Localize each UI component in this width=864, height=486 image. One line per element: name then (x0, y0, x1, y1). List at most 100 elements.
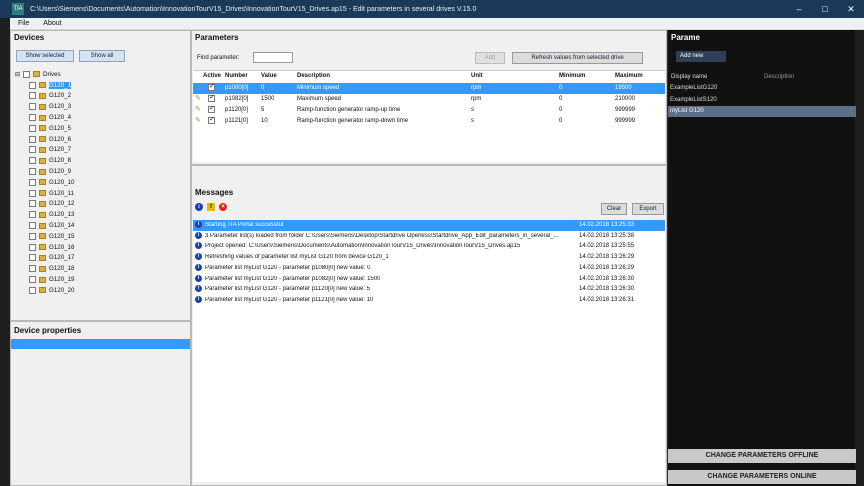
refresh-values-button[interactable]: Refresh values from selected drive (512, 52, 643, 64)
checkbox[interactable] (29, 168, 36, 176)
tree-item[interactable]: G120_18 (29, 263, 74, 274)
device-icon (39, 136, 46, 143)
tree-item[interactable]: G120_20 (29, 285, 74, 296)
device-icon (39, 179, 46, 186)
tree-item[interactable]: G120_19 (29, 274, 74, 285)
checkbox[interactable] (29, 189, 36, 197)
cell-minimum: 0 (559, 96, 563, 102)
change-parameters-offline-button[interactable]: CHANGE PARAMETERS OFFLINE (668, 449, 856, 463)
show-all-button[interactable]: Show all (79, 50, 125, 62)
tree-root[interactable]: ⊟ Drives (15, 69, 61, 80)
message-row[interactable]: i3 Parameter list(s) loaded from folder … (193, 231, 665, 242)
tree-item[interactable]: G120_13 (29, 209, 74, 220)
checkbox[interactable] (29, 114, 36, 122)
warning-filter-icon[interactable]: ! (207, 203, 215, 211)
checkbox[interactable] (29, 135, 36, 143)
tree-item[interactable]: G120_16 (29, 242, 74, 253)
find-parameter-input[interactable] (253, 52, 293, 63)
parameter-row[interactable]: ✎ p1120[0] 5 Ramp-function generator ramp-u… (193, 104, 665, 116)
tree-item[interactable]: G120_11 (29, 188, 74, 199)
menu-about[interactable]: About (43, 20, 61, 27)
checkbox[interactable] (29, 103, 36, 111)
tree-item[interactable]: G120_2 (29, 91, 71, 102)
message-row[interactable]: i Parameter list myList G120 - parameter … (193, 274, 665, 285)
tree-item[interactable]: G120_5 (29, 123, 71, 134)
tree-item[interactable]: G120_9 (29, 166, 71, 177)
clear-button[interactable]: Clear (601, 203, 627, 215)
tree-item[interactable]: G120_8 (29, 155, 71, 166)
checkbox[interactable] (29, 211, 36, 219)
parameter-row[interactable]: ✎ p1121[0] 10 Ramp-function generator ramp-… (193, 115, 665, 127)
message-text: Parameter list myList G120 - parameter p… (205, 275, 381, 282)
tree-item-label: G120_13 (49, 211, 75, 219)
message-row[interactable]: i Refreshing values of parameter list myL… (193, 252, 665, 263)
message-time: 14.02.2018 13:26:29 (579, 264, 635, 271)
active-checkbox[interactable] (208, 93, 215, 102)
message-row[interactable]: i Starting TIA Portal successful 14.02.201… (193, 220, 665, 231)
checkbox[interactable] (29, 222, 36, 230)
parameter-list-item[interactable]: myList G120 (668, 106, 856, 117)
maximize-icon[interactable]: □ (812, 0, 838, 18)
message-row[interactable]: i Project opened: C:\Users\Siemens\Docume… (193, 241, 665, 252)
collapse-icon[interactable]: ⊟ (15, 71, 23, 78)
close-icon[interactable]: ✕ (838, 0, 864, 18)
checkbox[interactable] (29, 286, 36, 294)
parameter-list-item[interactable]: ExampleListS120 (668, 95, 856, 106)
change-parameters-online-button[interactable]: CHANGE PARAMETERS ONLINE (668, 470, 856, 484)
checkbox[interactable] (29, 81, 36, 89)
export-button[interactable]: Export (632, 203, 664, 215)
message-time: 14.02.2018 13:25:38 (579, 232, 635, 239)
tree-item[interactable]: G120_6 (29, 134, 71, 145)
tree-item[interactable]: G120_14 (29, 220, 74, 231)
tree-item[interactable]: G120_15 (29, 231, 74, 242)
error-filter-icon[interactable]: × (219, 203, 227, 211)
message-row[interactable]: i Parameter list myList G120 - parameter … (193, 263, 665, 274)
properties-selected-row[interactable] (11, 339, 190, 349)
tree-item-label: G120_1 (49, 81, 72, 89)
checkbox[interactable] (29, 243, 36, 251)
menu-file[interactable]: File (18, 20, 29, 27)
parameter-list-item[interactable]: ExampleListG120 (668, 83, 856, 94)
tree-item[interactable]: G120_1 (29, 80, 72, 91)
message-row[interactable]: i Parameter list myList G120 - parameter … (193, 284, 665, 295)
parameter-lists-header: Parame (671, 33, 700, 42)
tree-item-label: G120_3 (49, 103, 72, 111)
message-text: 3 Parameter list(s) loaded from folder C… (205, 232, 559, 239)
tree-item[interactable]: G120_12 (29, 199, 74, 210)
checkbox[interactable] (29, 276, 36, 284)
device-icon (39, 233, 46, 240)
tree-item[interactable]: G120_17 (29, 253, 74, 264)
add-button[interactable]: Add (475, 52, 505, 64)
message-row[interactable]: i Parameter list myList G120 - parameter … (193, 295, 665, 306)
cell-maximum: 19500 (615, 85, 632, 91)
checkbox[interactable] (29, 178, 36, 186)
checkbox[interactable] (23, 70, 30, 78)
tree-item[interactable]: G120_10 (29, 177, 74, 188)
checkbox[interactable] (29, 124, 36, 132)
checkbox[interactable] (29, 92, 36, 100)
parameter-row[interactable]: ✎ p1082[0] 1500 Maximum speed rpm 0 210000 (193, 93, 665, 105)
device-icon (39, 211, 46, 218)
col-value: Value (261, 73, 277, 79)
active-checkbox[interactable] (208, 82, 215, 91)
info-filter-icon[interactable]: i (195, 203, 203, 211)
checkbox[interactable] (29, 232, 36, 240)
tree-item[interactable]: G120_4 (29, 112, 71, 123)
checkbox[interactable] (29, 254, 36, 262)
checkbox[interactable] (29, 265, 36, 273)
active-checkbox[interactable] (208, 104, 215, 113)
tree-item[interactable]: G120_7 (29, 145, 71, 156)
checkbox[interactable] (29, 157, 36, 165)
checkbox[interactable] (29, 200, 36, 208)
tree-item[interactable]: G120_3 (29, 101, 71, 112)
edit-icon: ✎ (195, 95, 201, 102)
message-text: Project opened: C:\Users\Siemens\Documen… (205, 243, 521, 250)
device-icon (39, 157, 46, 164)
checkbox[interactable] (29, 146, 36, 154)
parameter-row[interactable]: ✎ p1080[0] 0 Minimum speed rpm 0 19500 (193, 82, 665, 94)
show-selected-button[interactable]: Show selected (16, 50, 74, 62)
minimize-icon[interactable]: – (786, 0, 812, 18)
active-checkbox[interactable] (208, 115, 215, 124)
add-new-button[interactable]: Add new (676, 51, 726, 62)
cell-unit: rpm (471, 85, 482, 91)
